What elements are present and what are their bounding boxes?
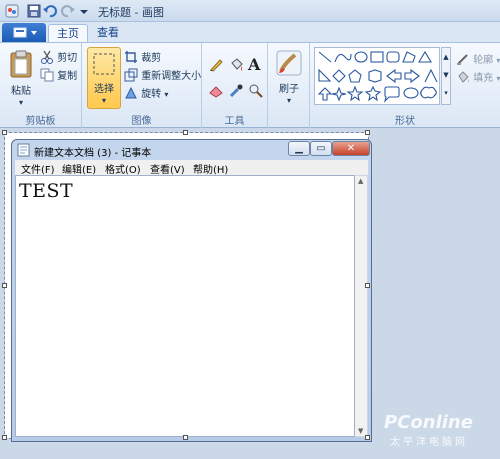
paint-menu-button[interactable] [2,23,46,42]
brushes-button[interactable]: 刷子 ▾ [273,49,305,106]
ribbon-tabs: 主页 查看 [0,22,500,42]
brushes-label: 刷子 [279,84,299,95]
notepad-title: 新建文本文档 (3) - 记事本 [34,148,152,159]
copy-icon [40,68,54,85]
resize-handle-top[interactable] [183,130,188,135]
minimize-button[interactable]: ▁ [288,141,310,156]
scissors-icon [40,50,54,67]
notepad-icon [17,143,30,160]
outline-label: 轮廓 [473,55,494,66]
notepad-menubar: 文件(F) 编辑(E) 格式(O) 查看(V) 帮助(H) [15,160,368,176]
watermark-tagline: 太平洋电脑网 [390,437,468,448]
paste-icon [10,50,32,78]
clipboard-group-label: 剪贴板 [25,116,56,127]
resize-handle-top-left[interactable] [2,130,7,135]
resize-handle-bottom-right[interactable] [365,435,370,440]
select-button[interactable]: 选择 ▾ [87,47,121,109]
tab-home[interactable]: 主页 [48,24,88,42]
paint-canvas[interactable]: 新建文本文档 (3) - 记事本 ▁ ▭ ✕ 文件(F) 编辑(E) 格式(O)… [4,132,372,442]
close-button[interactable]: ✕ [332,141,370,156]
undo-icon[interactable] [42,3,58,19]
crop-button[interactable]: 裁剪 [124,49,161,67]
notepad-text-area[interactable]: TEST [15,175,355,437]
watermark: PConline 太平洋电脑网 [384,412,473,448]
rotate-button[interactable]: 旋转 ▾ [124,85,168,103]
resize-label: 重新调整大小 [141,71,202,82]
fill-icon [456,70,470,87]
crop-label: 裁剪 [141,53,162,64]
shapes-gallery[interactable] [314,47,440,105]
title-bar: 无标题 - 画图 [0,0,500,22]
paste-label: 粘贴 [11,86,31,97]
menu-file[interactable]: 文件(F) [21,161,55,176]
select-dropdown-icon: ▾ [101,96,106,105]
outline-button[interactable]: 轮廓 ▾ [456,51,500,69]
image-group: 选择 ▾ 裁剪 重新调整大小 旋转 ▾ 图像 [82,43,202,129]
selection-icon [93,53,115,75]
cut-label: 剪切 [57,53,78,64]
shapes-scroll[interactable]: ▲ ▼ ▾ [441,47,451,105]
scroll-up-icon[interactable]: ▲ [358,177,363,185]
magnifier-icon[interactable] [248,83,264,102]
menu-edit[interactable]: 编辑(E) [62,161,96,176]
resize-handle-left[interactable] [2,283,7,288]
select-label: 选择 [94,84,114,95]
outline-dropdown-icon: ▾ [496,56,500,65]
color-picker-icon[interactable] [228,83,244,102]
window-title: 无标题 - 画图 [98,6,164,19]
shapes-group-label: 形状 [395,116,415,127]
menu-format[interactable]: 格式(O) [105,161,141,176]
maximize-button[interactable]: ▭ [310,141,332,156]
watermark-brand: PConline [384,412,473,433]
resize-handle-top-right[interactable] [365,130,370,135]
outline-icon [456,52,470,69]
rotate-icon [124,86,138,103]
fill-bucket-icon[interactable] [228,57,244,76]
paint-app-icon [4,3,20,19]
resize-button[interactable]: 重新调整大小 [124,67,201,85]
notepad-scrollbar[interactable]: ▲ ▼ [355,175,368,437]
quick-access-dropdown-icon[interactable] [78,3,94,19]
brushes-dropdown-icon: ▾ [286,96,291,105]
pencil-icon[interactable] [208,57,224,76]
save-icon[interactable] [26,3,42,19]
rotate-dropdown-icon: ▾ [164,90,169,99]
paste-dropdown-icon: ▾ [18,98,23,107]
fill-dropdown-icon: ▾ [496,74,500,83]
resize-handle-bottom[interactable] [183,435,188,440]
image-group-label: 图像 [131,116,152,127]
clipboard-group: 粘贴 ▾ 剪切 复制 剪贴板 [0,43,82,129]
canvas-area: 新建文本文档 (3) - 记事本 ▁ ▭ ✕ 文件(F) 编辑(E) 格式(O)… [0,128,500,459]
eraser-icon[interactable] [208,83,224,102]
paste-button[interactable]: 粘贴 ▾ [6,49,36,108]
brushes-group: 刷子 ▾ [268,43,310,129]
resize-icon [124,68,138,85]
rotate-label: 旋转 [141,89,162,100]
menu-help[interactable]: 帮助(H) [193,161,228,176]
tab-view[interactable]: 查看 [90,24,126,42]
copy-button[interactable]: 复制 [40,67,77,85]
notepad-window: 新建文本文档 (3) - 记事本 ▁ ▭ ✕ 文件(F) 编辑(E) 格式(O)… [11,139,372,442]
cut-button[interactable]: 剪切 [40,49,77,67]
resize-handle-bottom-left[interactable] [2,435,7,440]
fill-button[interactable]: 填充 ▾ [456,69,500,87]
crop-icon [124,50,138,67]
shapes-group: ▲ ▼ ▾ 轮廓 ▾ 填充 ▾ 形状 [310,43,500,129]
redo-icon[interactable] [60,3,76,19]
fill-label: 填充 [473,73,494,84]
resize-handle-right[interactable] [365,283,370,288]
scroll-down-icon[interactable]: ▼ [358,427,363,435]
notepad-content: TEST [19,180,74,202]
menu-view[interactable]: 查看(V) [150,161,185,176]
brush-icon [276,50,302,76]
text-tool-icon[interactable]: A [248,55,260,74]
notepad-title-bar: 新建文本文档 (3) - 记事本 ▁ ▭ ✕ [12,140,371,160]
tools-group: A 工具 [202,43,268,129]
copy-label: 复制 [57,71,78,82]
ribbon: 粘贴 ▾ 剪切 复制 剪贴板 选择 ▾ 裁剪 重新调整大小 旋转 ▾ 图像 A … [0,42,500,129]
tools-group-label: 工具 [224,116,245,127]
